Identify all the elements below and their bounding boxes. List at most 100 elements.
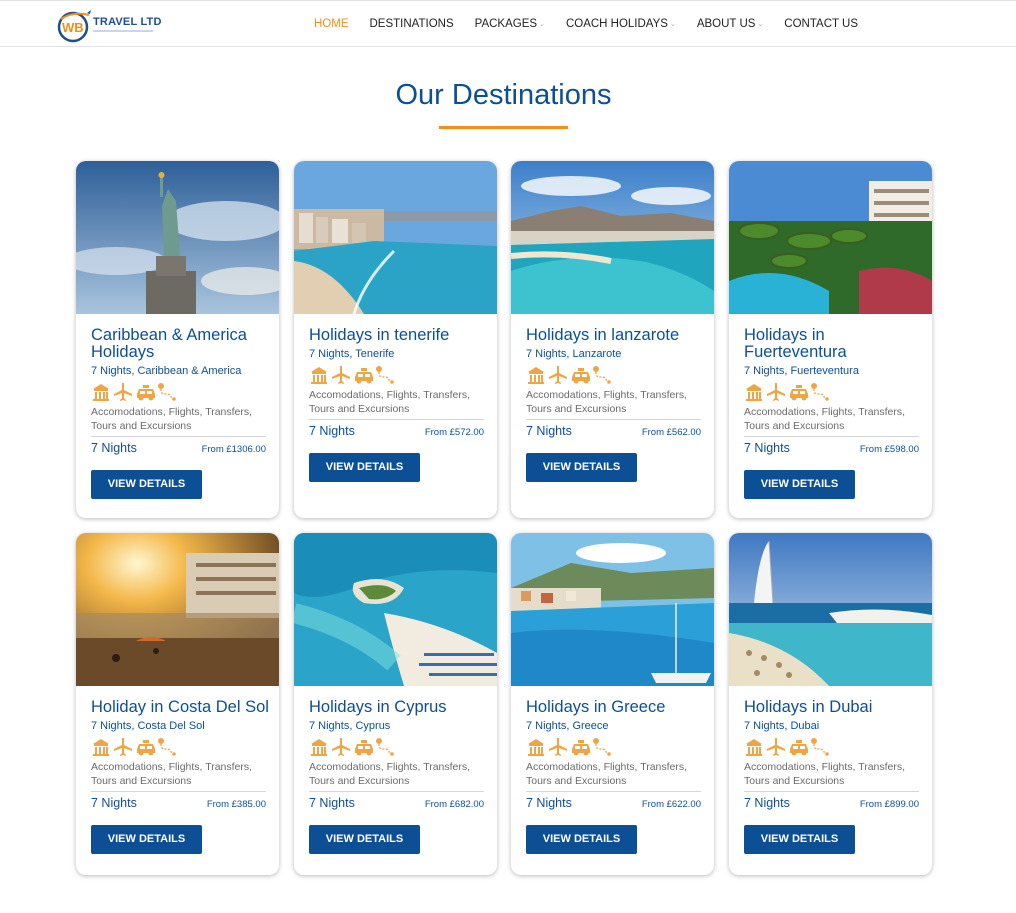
- destination-image[interactable]: [729, 533, 932, 686]
- card-title-line: Holidays: [91, 343, 155, 361]
- hotel-icon: [744, 737, 764, 757]
- view-details-button[interactable]: VIEW DETAILS: [526, 825, 637, 854]
- destination-image[interactable]: [294, 161, 497, 314]
- card-divider: [744, 791, 919, 792]
- nav-item-coach-holidays[interactable]: COACH HOLIDAYS ⌄: [566, 17, 676, 31]
- card-title[interactable]: Holiday in Costa Del Sol: [91, 699, 269, 716]
- card-title[interactable]: Holidays in Greece: [526, 699, 701, 716]
- card-description-line: Tours and Excursions: [309, 775, 410, 787]
- card-description: Accomodations, Flights, Transfers, Tours …: [526, 760, 701, 788]
- nav-item-label: DESTINATIONS: [369, 18, 454, 30]
- chevron-down-icon: ⌄: [669, 21, 676, 28]
- price-label: From £385.00: [206, 799, 266, 810]
- nav-item-about-us[interactable]: ABOUT US ⌄: [697, 17, 763, 31]
- destination-card[interactable]: Caribbean & America Holidays 7 Nights, Car…: [76, 161, 279, 518]
- amenity-icons: [744, 737, 919, 757]
- card-description: Accomodations, Flights, Transfers, Tours …: [744, 760, 919, 788]
- card-title-line: Fuerteventura: [744, 343, 847, 361]
- logo-tagline-bar: [93, 30, 153, 32]
- amenity-icons: [526, 737, 701, 757]
- card-divider: [91, 436, 266, 437]
- card-description-line: Tours and Excursions: [526, 775, 627, 787]
- destination-image[interactable]: [511, 161, 714, 314]
- nights-label: 7 Nights: [91, 441, 137, 455]
- card-body: Holidays in Fuerteventura 7 Nights, Fuerte…: [744, 327, 919, 499]
- card-description-line: Accomodations, Flights, Transfers,: [526, 761, 688, 773]
- card-meta: 7 Nights From £598.00: [744, 441, 919, 458]
- card-subtitle: 7 Nights, Costa Del Sol: [91, 720, 205, 732]
- card-subtitle: 7 Nights, Cyprus: [309, 720, 391, 732]
- view-details-button[interactable]: VIEW DETAILS: [744, 825, 855, 854]
- view-details-button[interactable]: VIEW DETAILS: [526, 453, 637, 482]
- card-title[interactable]: Holidays in Cyprus: [309, 699, 484, 716]
- destination-card[interactable]: Holidays in Greece 7 Nights, Greece Accomo…: [511, 533, 714, 875]
- destination-card[interactable]: Holiday in Costa Del Sol 7 Nights, Costa …: [76, 533, 279, 875]
- view-details-button[interactable]: VIEW DETAILS: [91, 825, 202, 854]
- card-body: Holiday in Costa Del Sol 7 Nights, Costa …: [91, 699, 269, 854]
- card-meta: 7 Nights From £682.00: [309, 796, 484, 813]
- page-title: Our Destinations: [395, 79, 612, 111]
- nav-item-contact-us[interactable]: CONTACT US: [784, 17, 858, 31]
- destination-card[interactable]: Holidays in Fuerteventura 7 Nights, Fuerte…: [729, 161, 932, 518]
- destination-image[interactable]: [76, 533, 279, 686]
- card-description-line: Tours and Excursions: [309, 403, 410, 415]
- site-header: WB TRAVEL LTD HOME DESTINATIONS PACKAGES ⌄ C…: [0, 0, 1016, 47]
- hotel-icon: [526, 365, 546, 385]
- card-subtitle: 7 Nights, Greece: [526, 720, 609, 732]
- route-icon: [157, 382, 177, 402]
- card-title-line: Holidays in: [744, 326, 825, 344]
- view-details-button[interactable]: VIEW DETAILS: [309, 453, 420, 482]
- taxi-icon: [788, 737, 808, 757]
- destination-card[interactable]: Holidays in tenerife 7 Nights, Tenerife Ac…: [294, 161, 497, 518]
- card-divider: [526, 791, 701, 792]
- card-title-line: Caribbean & America: [91, 326, 247, 344]
- price-label: From £682.00: [424, 799, 484, 810]
- plane-icon: [331, 365, 351, 385]
- route-icon: [592, 737, 612, 757]
- nav-item-destinations[interactable]: DESTINATIONS: [370, 17, 454, 31]
- card-title[interactable]: Caribbean & America Holidays: [91, 327, 266, 361]
- price-label: From £572.00: [424, 427, 484, 438]
- destination-image[interactable]: [729, 161, 932, 314]
- route-icon: [810, 737, 830, 757]
- hotel-icon: [744, 382, 764, 402]
- card-divider: [526, 419, 701, 420]
- price-label: From £899.00: [859, 799, 919, 810]
- view-details-button[interactable]: VIEW DETAILS: [744, 470, 855, 499]
- card-description: Accomodations, Flights, Transfers, Tours …: [309, 760, 484, 788]
- card-subtitle: 7 Nights, Fuerteventura: [744, 365, 859, 377]
- card-description: Accomodations, Flights, Transfers, Tours …: [744, 405, 919, 433]
- view-details-button[interactable]: VIEW DETAILS: [309, 825, 420, 854]
- card-title[interactable]: Holidays in Fuerteventura: [744, 327, 919, 361]
- card-description-line: Accomodations, Flights, Transfers,: [309, 389, 471, 401]
- card-title[interactable]: Holidays in Dubai: [744, 699, 919, 716]
- taxi-icon: [353, 365, 373, 385]
- destination-image[interactable]: [294, 533, 497, 686]
- card-description-line: Accomodations, Flights, Transfers,: [526, 389, 688, 401]
- destination-card[interactable]: Holidays in Dubai 7 Nights, Dubai Accomoda…: [729, 533, 932, 875]
- route-icon: [592, 365, 612, 385]
- taxi-icon: [135, 382, 155, 402]
- card-title[interactable]: Holidays in tenerife: [309, 327, 484, 344]
- nav-item-packages[interactable]: PACKAGES ⌄: [475, 17, 545, 31]
- card-title-line: Holidays in Dubai: [744, 698, 873, 716]
- route-icon: [810, 382, 830, 402]
- card-description: Accomodations, Flights, Transfers, Tours …: [309, 388, 484, 416]
- nav-item-home[interactable]: HOME: [314, 17, 349, 31]
- card-subtitle: 7 Nights, Dubai: [744, 720, 820, 732]
- amenity-icons: [91, 382, 266, 402]
- destination-card[interactable]: Holidays in Cyprus 7 Nights, Cyprus Accomo…: [294, 533, 497, 875]
- destination-image[interactable]: [511, 533, 714, 686]
- card-title[interactable]: Holidays in lanzarote: [526, 327, 701, 344]
- nav-item-label: CONTACT US: [784, 18, 858, 30]
- view-details-button[interactable]: VIEW DETAILS: [91, 470, 202, 499]
- card-title-line: Holidays in lanzarote: [526, 326, 680, 344]
- card-title-line: Holidays in tenerife: [309, 326, 450, 344]
- destination-card[interactable]: Holidays in lanzarote 7 Nights, Lanzarote…: [511, 161, 714, 518]
- taxi-icon: [570, 365, 590, 385]
- destination-image[interactable]: [76, 161, 279, 314]
- nights-label: 7 Nights: [744, 441, 790, 455]
- nav-item-label: HOME: [314, 18, 349, 30]
- chevron-down-icon: ⌄: [757, 21, 764, 28]
- card-description: Accomodations, Flights, Transfers, Tours …: [526, 388, 701, 416]
